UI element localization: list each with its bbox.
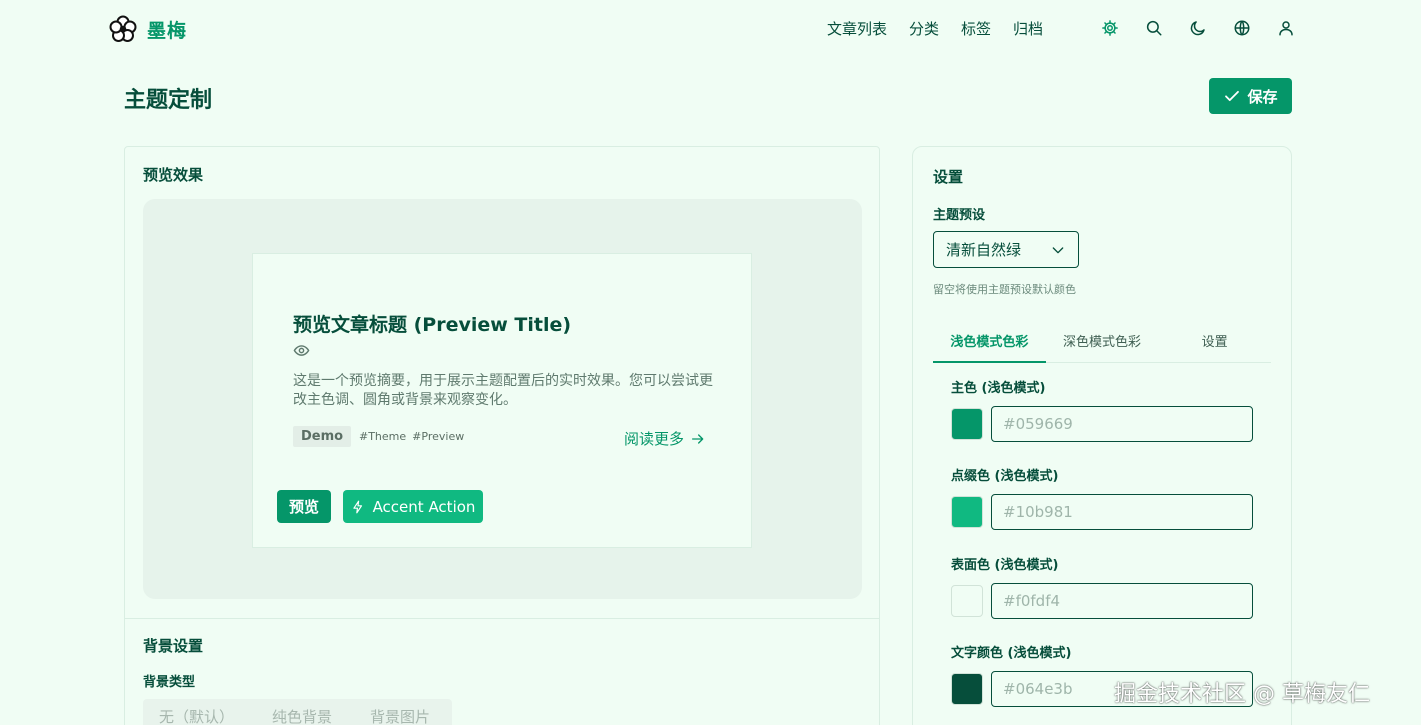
tag-list: #Theme #Preview [359,430,464,443]
arrow-right-icon [692,433,704,444]
tag-item[interactable]: #Theme [359,430,406,443]
bg-option-image[interactable]: 背景图片 [370,706,430,725]
background-type-label: 背景类型 [143,675,196,690]
save-button-label: 保存 [1247,87,1278,106]
preset-value: 清新自然绿 [946,241,1022,259]
primary-color-swatch[interactable] [951,408,983,440]
accent-action-label: Accent Action [372,497,476,516]
surface-color-input[interactable] [991,583,1253,619]
page-title: 主题定制 [124,88,213,113]
nav-item-archive[interactable]: 归档 [1013,18,1043,39]
save-button[interactable]: 保存 [1209,78,1292,114]
background-heading: 背景设置 [143,637,204,655]
eye-icon [293,345,310,356]
text-color-label: 文字颜色 (浅色模式) [951,646,1072,661]
background-type-segmented: 无（默认） 纯色背景 背景图片 [143,699,452,725]
main-nav: 文章列表 分类 标签 归档 [827,18,1043,39]
preview-article-summary: 这是一个预览摘要，用于展示主题配置后的实时效果。您可以尝试更改主色调、圆角或背景… [293,373,713,408]
chevron-down-icon [1052,246,1064,253]
accent-color-input[interactable] [991,494,1253,530]
preview-heading: 预览效果 [143,166,204,184]
preview-primary-button[interactable]: 预览 [277,490,331,523]
dark-mode-moon-icon[interactable] [1189,19,1207,37]
theme-preset-select[interactable]: 清新自然绿 [933,231,1079,268]
language-globe-icon[interactable] [1233,19,1251,37]
header-tools [1101,19,1295,37]
tag-item[interactable]: #Preview [412,430,464,443]
preview-article-title: 预览文章标题 (Preview Title) [293,314,572,336]
search-icon[interactable] [1145,19,1163,37]
tab-dark-colors[interactable]: 深色模式色彩 [1046,323,1159,362]
preview-panel: 预览效果 预览文章标题 (Preview Title) 这是一个预览摘要，用于展… [124,146,880,725]
color-mode-tabs: 浅色模式色彩 深色模式色彩 设置 [933,323,1271,363]
tab-settings[interactable]: 设置 [1158,323,1271,362]
settings-heading: 设置 [933,168,964,186]
brand-logo[interactable]: 墨梅 [109,15,187,43]
accent-action-button[interactable]: Accent Action [343,490,483,523]
read-more-label: 阅读更多 [624,430,685,448]
brand-name: 墨梅 [147,19,188,42]
settings-panel: 设置 主题预设 清新自然绿 留空将使用主题预设默认颜色 浅色模式色彩 深色模式色… [912,146,1292,725]
text-color-swatch[interactable] [951,673,983,705]
category-badge[interactable]: Demo [293,426,352,447]
surface-color-swatch[interactable] [951,585,983,617]
bolt-icon [352,500,362,513]
top-navbar: 墨梅 文章列表 分类 标签 归档 [0,0,1421,60]
tab-light-colors[interactable]: 浅色模式色彩 [933,323,1046,363]
watermark-text: 掘金技术社区 @ 草梅友仁 [1114,682,1370,707]
primary-color-input[interactable] [991,406,1253,442]
nav-item-tags[interactable]: 标签 [961,18,991,39]
bg-option-solid[interactable]: 纯色背景 [272,706,332,725]
user-icon[interactable] [1277,19,1295,37]
primary-color-label: 主色 (浅色模式) [951,381,1046,396]
surface-color-label: 表面色 (浅色模式) [951,558,1059,573]
preview-article-card: 预览文章标题 (Preview Title) 这是一个预览摘要，用于展示主题配置… [252,253,752,548]
preset-hint: 留空将使用主题预设默认颜色 [933,283,1076,296]
settings-gear-icon[interactable] [1101,19,1119,37]
section-divider [125,618,879,619]
preview-canvas: 预览文章标题 (Preview Title) 这是一个预览摘要，用于展示主题配置… [143,199,862,599]
accent-color-label: 点缀色 (浅色模式) [951,469,1059,484]
plum-blossom-logo-icon [109,15,137,42]
preset-label: 主题预设 [933,208,986,223]
accent-color-swatch[interactable] [951,496,983,528]
bg-option-none[interactable]: 无（默认） [159,706,234,725]
read-more-link[interactable]: 阅读更多 [624,428,706,449]
check-icon [1225,90,1240,102]
nav-item-categories[interactable]: 分类 [909,18,939,39]
nav-item-articles[interactable]: 文章列表 [827,18,887,39]
